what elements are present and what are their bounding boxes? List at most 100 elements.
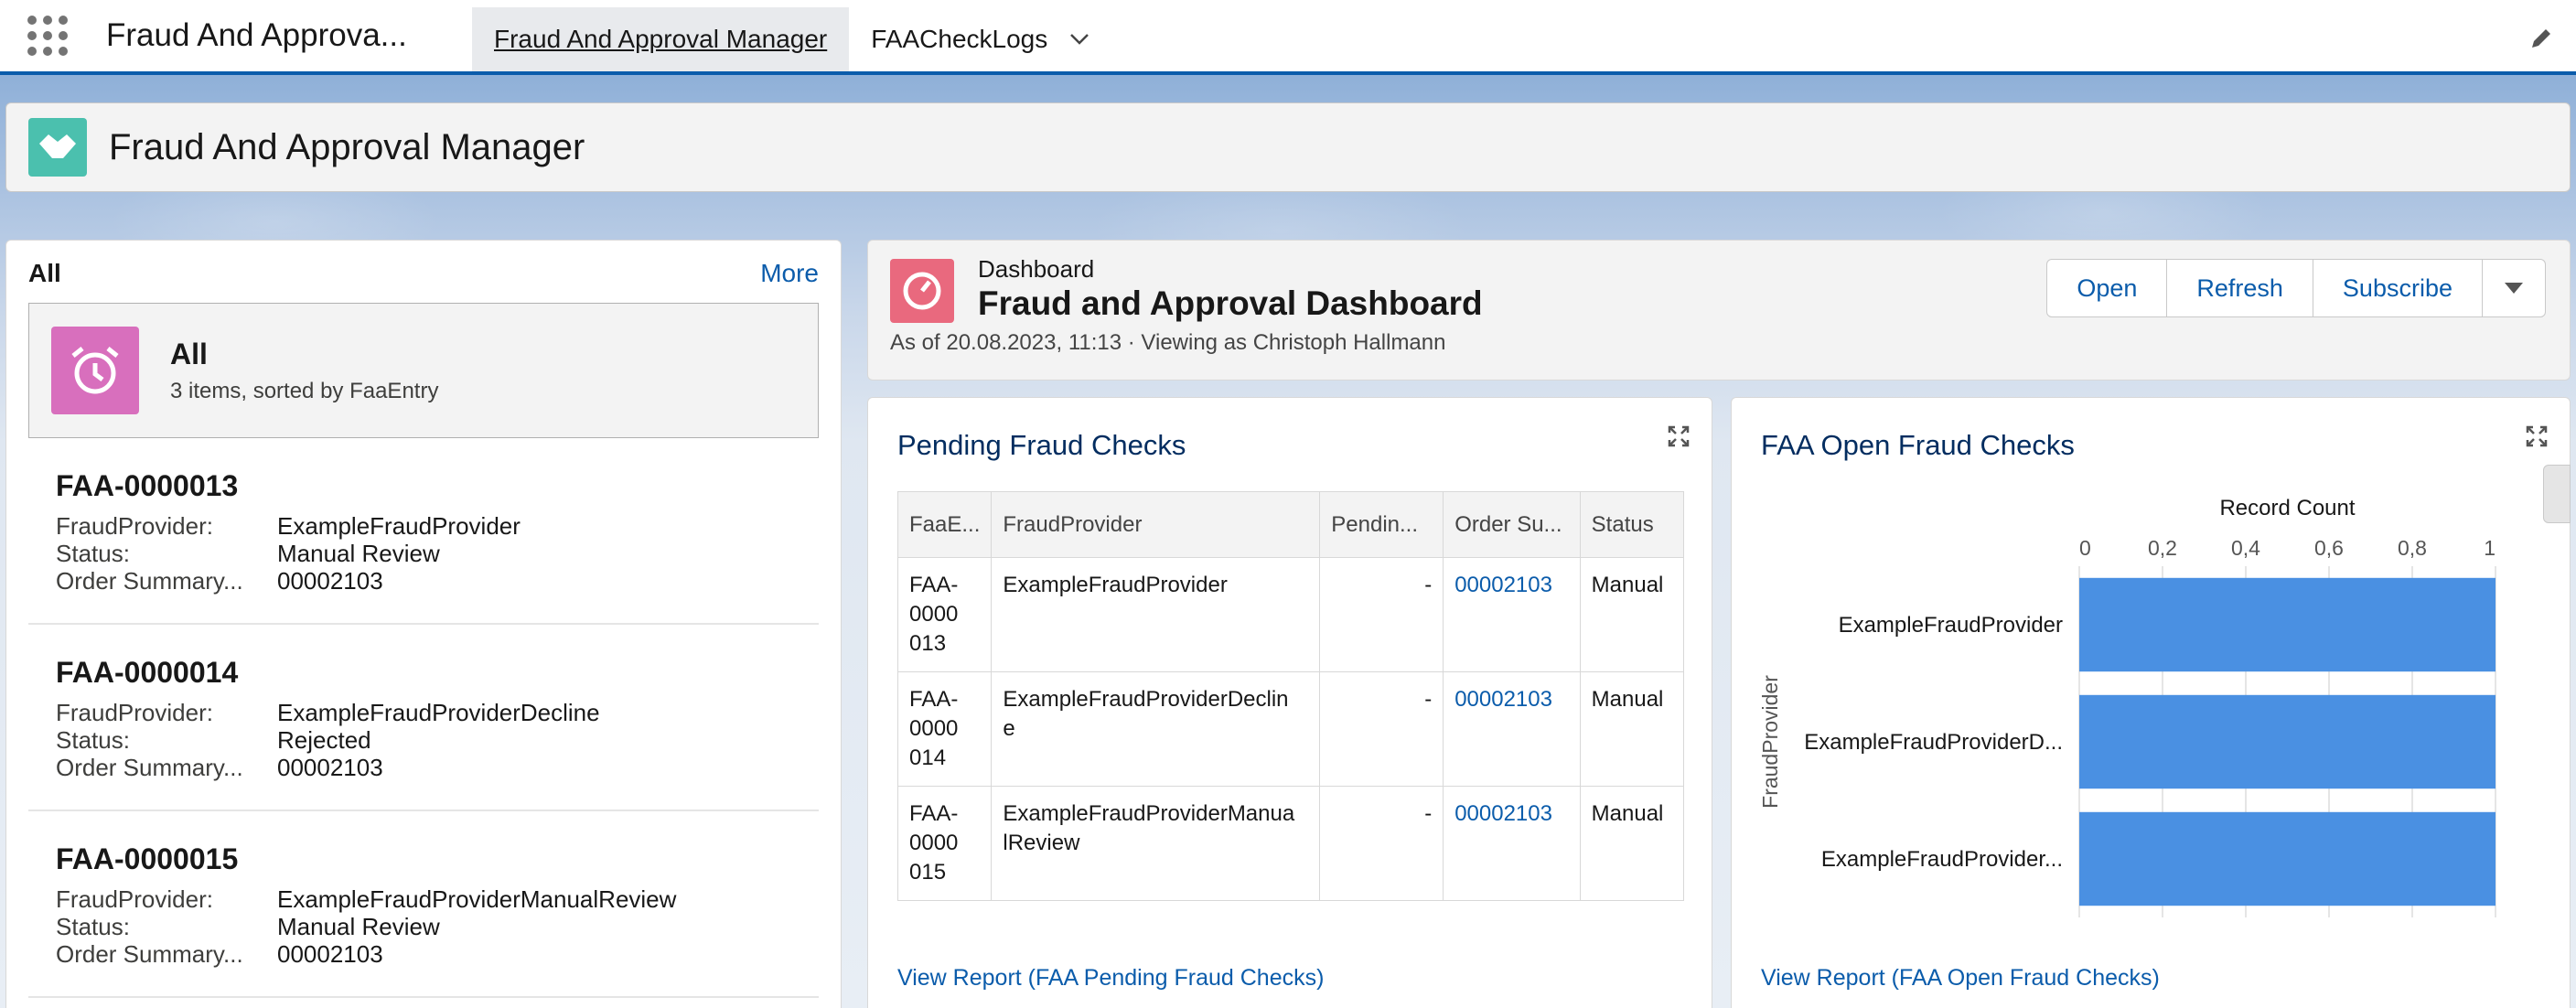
field-value: ExampleFraudProvider (277, 512, 521, 540)
expand-icon[interactable] (1668, 425, 1690, 447)
page-header: Fraud And Approval Manager (5, 102, 2571, 192)
tab-faachecklogs[interactable]: FAACheckLogs (849, 7, 1111, 71)
table-cell: - (1319, 671, 1444, 787)
y-axis-label: FraudProvider (1758, 675, 1782, 809)
column-header[interactable]: FaaE... (896, 491, 993, 558)
tab-label: Fraud And Approval Manager (494, 25, 828, 53)
tab-label: FAACheckLogs (871, 25, 1048, 53)
list-card-title: All (28, 259, 61, 287)
table-cell: - (1319, 786, 1444, 901)
field-value: ExampleFraudProviderManualReview (277, 885, 677, 913)
more-link[interactable]: More (760, 259, 819, 288)
refresh-button[interactable]: Refresh (2167, 260, 2313, 316)
app-name: Fraud And Approva... (106, 17, 407, 53)
field-label: Status: (56, 913, 130, 940)
pencil-icon[interactable] (2528, 26, 2554, 51)
table-cell: - (1319, 557, 1444, 672)
table-cell: FAA- 0000 014 (896, 671, 993, 787)
table-cell: Manual (1579, 557, 1685, 672)
dashboard-header: Dashboard Fraud and Approval Dashboard A… (867, 240, 2571, 381)
field-value: Manual Review (277, 540, 440, 567)
dashboard-title: Fraud and Approval Dashboard (978, 284, 1483, 322)
dashboard-label: Dashboard (978, 255, 1095, 283)
list-view-info: 3 items, sorted by FaaEntry (170, 378, 439, 403)
list-view-selector[interactable]: All 3 items, sorted by FaaEntry (28, 303, 819, 438)
list-view-card: All More All 3 items, sorted by FaaEntry… (5, 240, 842, 1008)
view-report-link[interactable]: View Report (FAA Open Fraud Checks) (1761, 965, 2160, 992)
table-cell: ExampleFraudProvider (991, 557, 1321, 672)
y-category-label: ExampleFraudProvider (1839, 613, 2063, 638)
page-title: Fraud And Approval Manager (109, 126, 585, 167)
handshake-icon (28, 118, 87, 177)
table-cell: Manual (1579, 671, 1685, 787)
table-row: FAA- 0000 013 ExampleFraudProvider - 000… (896, 557, 1685, 672)
record-title-link[interactable]: FAA-0000014 (56, 656, 791, 690)
open-button[interactable]: Open (2047, 260, 2168, 316)
column-header[interactable]: Status (1579, 491, 1685, 558)
app-launcher-icon[interactable] (27, 16, 68, 56)
field-value: Rejected (277, 726, 371, 754)
x-axis-label: Record Count (2219, 496, 2355, 520)
field-label: Status: (56, 540, 130, 567)
table-row: FAA- 0000 015 ExampleFraudProviderManua … (896, 786, 1685, 901)
table-cell: FAA- 0000 015 (896, 786, 993, 901)
y-category-label: ExampleFraudProvider... (1821, 847, 2063, 872)
table-row: FAA- 0000 014 ExampleFraudProviderDeclin… (896, 671, 1685, 787)
bar (2079, 577, 2496, 672)
dashboard-gauge-icon (890, 259, 954, 323)
utility-panel-handle[interactable] (2543, 465, 2571, 523)
column-header[interactable]: Order Su... (1443, 491, 1581, 558)
list-item[interactable]: FAA-0000015 FraudProvider: ExampleFraudPr… (28, 811, 819, 998)
record-title-link[interactable]: FAA-0000015 (56, 842, 791, 876)
bar (2079, 694, 2496, 789)
table-cell: Manual (1579, 786, 1685, 901)
tab-fraud-and-approval-manager[interactable]: Fraud And Approval Manager (472, 7, 850, 71)
field-label: FraudProvider: (56, 885, 213, 913)
record-title-link[interactable]: FAA-0000013 (56, 469, 791, 503)
x-tick-label: 0 (2079, 536, 2091, 560)
pending-fraud-checks-widget: Pending Fraud Checks FaaE... FraudProvid… (867, 397, 1712, 1008)
field-label: Order Summary... (56, 754, 243, 781)
list-item[interactable]: FAA-0000014 FraudProvider: ExampleFraudPr… (28, 625, 819, 811)
y-category-label: ExampleFraudProviderD... (1804, 730, 2063, 755)
field-value: ExampleFraudProviderDecline (277, 699, 600, 726)
widget-title: Pending Fraud Checks (897, 429, 1186, 461)
x-tick-label: 0,2 (2148, 536, 2177, 560)
field-value: 00002103 (277, 754, 383, 781)
x-tick-label: 0,8 (2398, 536, 2427, 560)
dashboard-actions: Open Refresh Subscribe (2046, 259, 2546, 317)
open-fraud-checks-widget: FAA Open Fraud Checks Record Count 0 0,2 0,… (1731, 397, 2571, 1008)
field-label: FraudProvider: (56, 512, 213, 540)
open-fraud-checks-chart: Record Count 0 0,2 0,4 0,6 0,8 1 ExampleFraudPr… (1758, 496, 2496, 917)
column-header[interactable]: FraudProvider (991, 491, 1321, 558)
field-value: 00002103 (277, 567, 383, 595)
list-item[interactable]: FAA-0000013 FraudProvider: ExampleFraudPr… (28, 438, 819, 625)
order-link[interactable]: 00002103 (1443, 671, 1581, 787)
field-value: Manual Review (277, 913, 440, 940)
field-label: Order Summary... (56, 567, 243, 595)
x-tick-label: 0,4 (2231, 536, 2260, 560)
global-nav: Fraud And Approva... Fraud And Approval … (0, 0, 2576, 75)
pending-table: FaaE... FraudProvider Pendin... Order Su… (896, 491, 1685, 901)
column-header[interactable]: Pendin... (1319, 491, 1444, 558)
x-tick-label: 1 (2484, 536, 2496, 560)
order-link[interactable]: 00002103 (1443, 557, 1581, 672)
subscribe-button[interactable]: Subscribe (2313, 260, 2483, 316)
table-cell: ExampleFraudProviderManua lReview (991, 786, 1321, 901)
bar (2079, 811, 2496, 906)
dashboard-subtitle: As of 20.08.2023, 11:13 · Viewing as Chr… (890, 330, 1446, 355)
table-cell: FAA- 0000 013 (896, 557, 993, 672)
field-label: FraudProvider: (56, 699, 213, 726)
view-report-link[interactable]: View Report (FAA Pending Fraud Checks) (897, 965, 1324, 992)
more-actions-dropdown[interactable] (2483, 260, 2545, 316)
field-label: Status: (56, 726, 130, 754)
order-link[interactable]: 00002103 (1443, 786, 1581, 901)
x-tick-label: 0,6 (2314, 536, 2344, 560)
field-value: 00002103 (277, 940, 383, 968)
field-label: Order Summary... (56, 940, 243, 968)
alarm-clock-icon (51, 327, 139, 414)
table-cell: ExampleFraudProviderDeclin e (991, 671, 1321, 787)
chevron-down-icon[interactable] (1069, 27, 1089, 51)
list-view-name: All (170, 337, 208, 370)
caret-down-icon (2505, 283, 2523, 294)
